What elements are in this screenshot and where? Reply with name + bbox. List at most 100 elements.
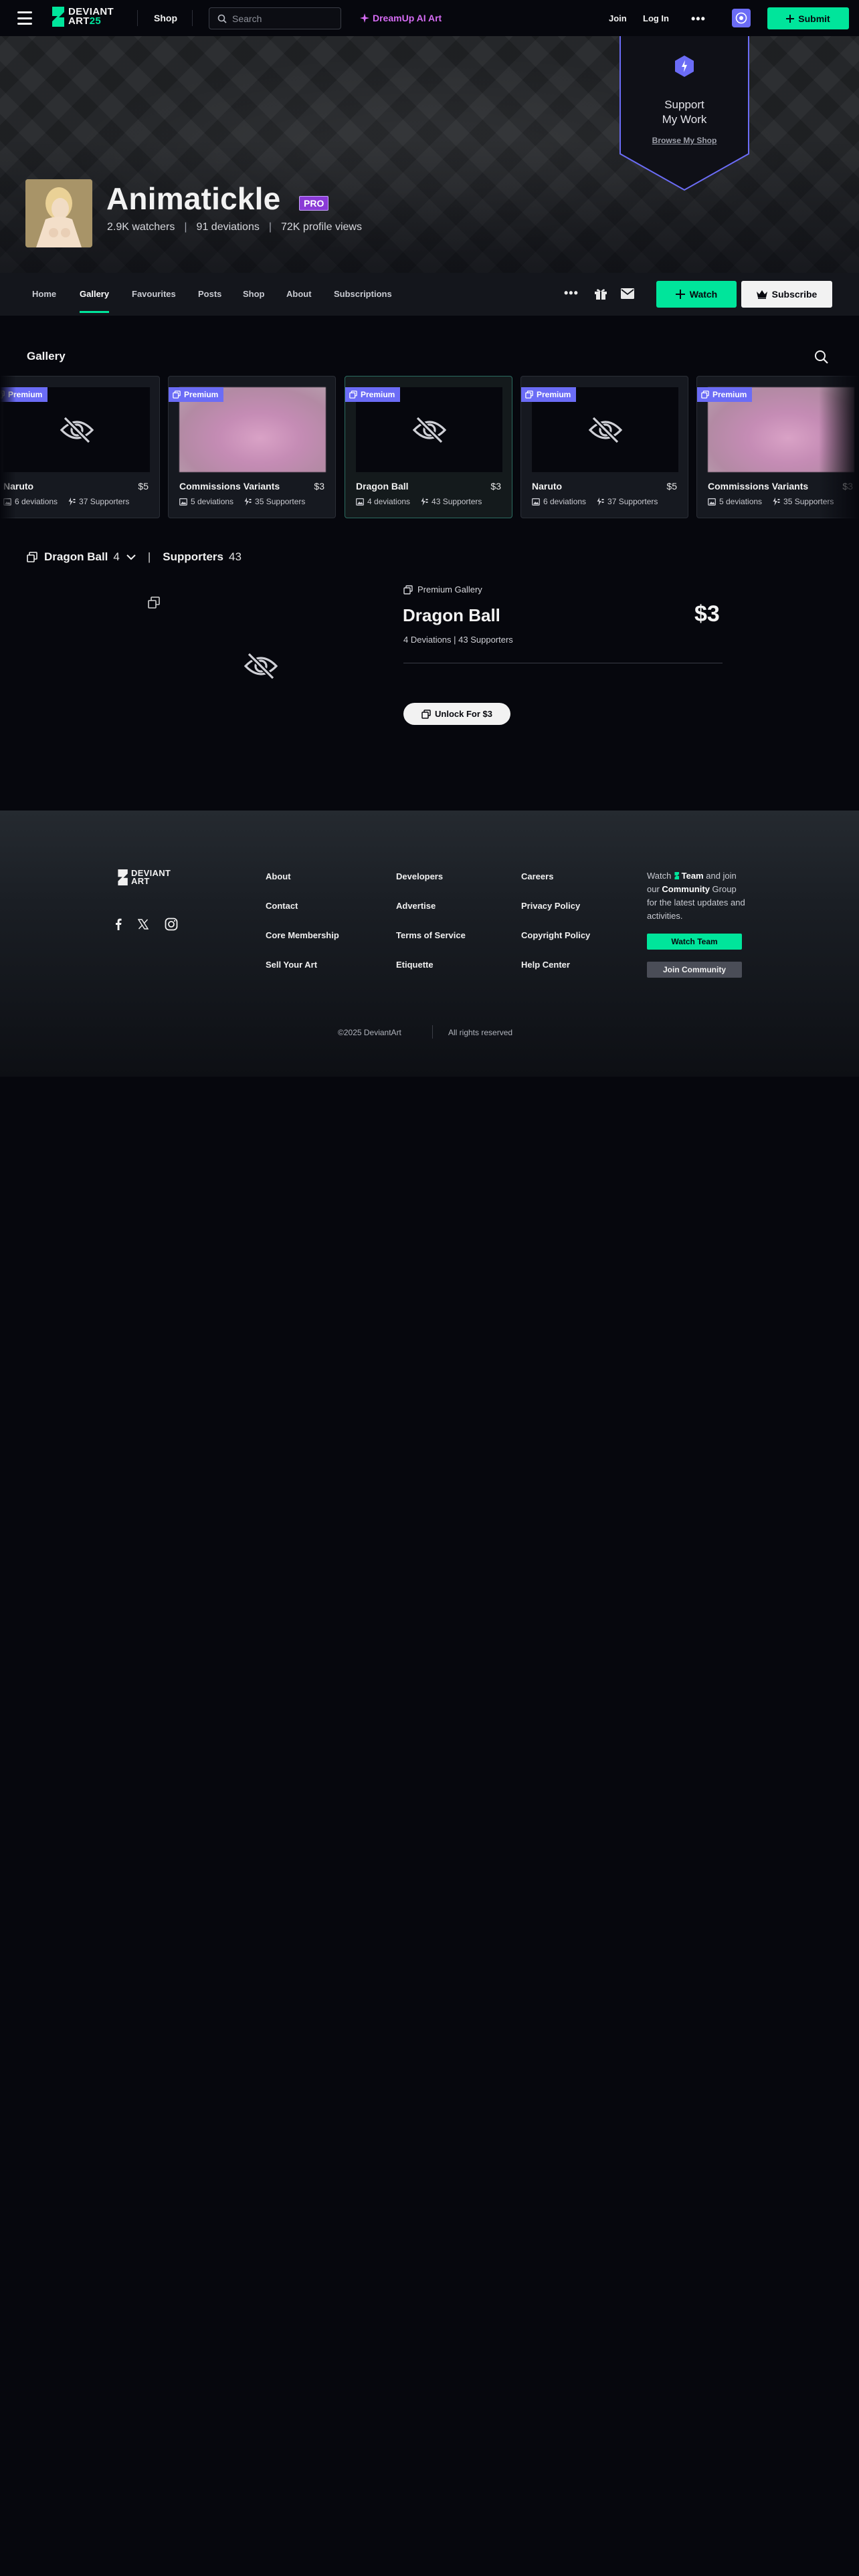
watch-label: Watch: [689, 289, 718, 300]
tab-subscriptions[interactable]: Subscriptions: [334, 289, 392, 299]
footer-link[interactable]: Terms of Service: [396, 931, 466, 940]
gallery-search-icon[interactable]: [814, 350, 829, 364]
supporters-text: 37 Supporters: [79, 497, 130, 506]
gallery-card-price: $5: [666, 481, 677, 492]
footer-logo[interactable]: DEVIANT ART: [116, 869, 171, 885]
support-hexagon-icon: [675, 56, 694, 77]
image-icon: [708, 498, 716, 506]
tab-about[interactable]: About: [286, 289, 312, 299]
menu-icon[interactable]: [17, 11, 32, 25]
site-footer: DEVIANT ART About Contact Core Membership S…: [0, 811, 859, 1077]
image-icon: [356, 498, 364, 506]
footer-link[interactable]: Contact: [266, 901, 339, 911]
avatar[interactable]: [25, 179, 92, 247]
carousel-fade-right: [819, 376, 859, 519]
deviantart-logo[interactable]: DEVIANT ART25: [50, 7, 114, 27]
footer-link[interactable]: Core Membership: [266, 931, 339, 940]
gallery-dropdown[interactable]: Dragon Ball: [44, 550, 108, 564]
footer-column-2: Developers Advertise Terms of Service Etiqu…: [396, 872, 466, 970]
premium-badge: Premium: [345, 387, 401, 402]
premium-gallery-meta: 4 Deviations | 43 Supporters: [403, 635, 513, 645]
premium-gallery-label: Premium Gallery: [403, 584, 482, 595]
carousel-fade-left: [0, 376, 16, 519]
gallery-carousel[interactable]: Premium Commissions Variants $3 5 deviation…: [0, 376, 859, 519]
selected-gallery-header: Dragon Ball 4 | Supporters 43: [27, 550, 242, 564]
instagram-icon[interactable]: [165, 918, 178, 931]
footer-link[interactable]: Help Center: [521, 960, 590, 970]
top-navigation: DEVIANT ART25 Shop DreamUp AI Art Join L…: [0, 0, 859, 36]
copyright-text: ©2025 DeviantArt: [338, 1028, 401, 1037]
footer-link[interactable]: Copyright Policy: [521, 931, 590, 940]
footer-link[interactable]: Careers: [521, 872, 590, 881]
join-community-button[interactable]: Join Community: [647, 962, 742, 978]
dreamup-label: DreamUp AI Art: [373, 13, 442, 23]
premium-gallery-icon: [148, 597, 160, 609]
supporters-icon: [421, 498, 428, 506]
avatar-image: [25, 179, 92, 247]
tab-favourites[interactable]: Favourites: [132, 289, 176, 299]
watchers-count[interactable]: 2.9K watchers: [107, 221, 175, 233]
header-separator: |: [147, 550, 151, 563]
facebook-icon[interactable]: [115, 918, 122, 930]
watch-button[interactable]: Watch: [656, 281, 737, 308]
join-link[interactable]: Join: [609, 13, 627, 23]
tab-home[interactable]: Home: [32, 289, 56, 299]
deviantart-logo-icon: [674, 872, 679, 879]
footer-link[interactable]: Etiquette: [396, 960, 466, 970]
logo-wordmark: DEVIANT ART25: [68, 7, 114, 26]
supporters-icon: [68, 498, 76, 506]
search-box[interactable]: [209, 7, 341, 29]
deviations-count: 91 deviations: [196, 221, 260, 233]
tab-shop[interactable]: Shop: [243, 289, 265, 299]
gallery-card-meta: 5 deviations 35 Supporters: [708, 497, 834, 506]
active-tab-indicator: [80, 311, 109, 313]
footer-link[interactable]: Sell Your Art: [266, 960, 339, 970]
unlock-button[interactable]: Unlock For $3: [403, 703, 510, 725]
core-membership-icon[interactable]: [732, 9, 751, 27]
footer-logo-line2: ART: [131, 876, 150, 886]
support-line2: My Work: [662, 113, 707, 126]
nav-shop-link[interactable]: Shop: [154, 13, 177, 23]
login-link[interactable]: Log In: [643, 13, 669, 23]
submit-button[interactable]: Submit: [767, 7, 849, 29]
mail-icon[interactable]: [621, 288, 634, 299]
gift-icon[interactable]: [594, 288, 607, 300]
deviations-info: 5 deviations: [179, 497, 233, 506]
premium-gallery-icon: [421, 709, 431, 719]
subscribe-label: Subscribe: [771, 289, 818, 300]
premium-gallery-icon: [525, 391, 533, 399]
tab-gallery[interactable]: Gallery: [80, 289, 109, 299]
footer-link[interactable]: Developers: [396, 872, 466, 881]
premium-gallery-icon: [349, 391, 357, 399]
profile-more-button[interactable]: •••: [564, 286, 579, 300]
supporters-text: 43 Supporters: [432, 497, 482, 506]
x-twitter-icon[interactable]: [138, 919, 149, 930]
gallery-card[interactable]: Premium Commissions Variants $3 5 deviation…: [168, 376, 336, 518]
stats-separator: |: [268, 221, 272, 233]
supporters-icon: [597, 498, 604, 506]
gallery-card[interactable]: Premium Naruto $5 6 deviations 37 Supporters: [520, 376, 688, 518]
tab-posts[interactable]: Posts: [198, 289, 221, 299]
deviations-info: 4 deviations: [356, 497, 410, 506]
watch-team-button[interactable]: Watch Team: [647, 934, 742, 950]
footer-link[interactable]: Advertise: [396, 901, 466, 911]
premium-badge: Premium: [169, 387, 224, 402]
chevron-down-icon[interactable]: [126, 554, 136, 560]
gallery-card[interactable]: Premium Naruto $5 6 deviations 37 Supporters: [0, 376, 160, 518]
supporters-label[interactable]: Supporters: [163, 550, 223, 564]
more-menu-button[interactable]: •••: [691, 12, 706, 26]
hidden-eye-icon: [60, 416, 94, 443]
premium-badge: Premium: [521, 387, 577, 402]
footer-link[interactable]: Privacy Policy: [521, 901, 590, 911]
browse-my-shop-link[interactable]: Browse My Shop: [619, 136, 749, 145]
logo-line2: ART: [68, 15, 90, 27]
dreamup-link[interactable]: DreamUp AI Art: [360, 13, 442, 23]
sparkle-icon: [360, 13, 369, 23]
subscribe-button[interactable]: Subscribe: [741, 281, 832, 308]
footer-link[interactable]: About: [266, 872, 339, 881]
premium-gallery-icon: [173, 391, 181, 399]
submit-label: Submit: [798, 13, 830, 24]
gallery-card[interactable]: Premium Dragon Ball $3 4 deviations 43 Suppo…: [345, 376, 512, 518]
profile-username[interactable]: Animatickle: [106, 181, 280, 217]
search-input[interactable]: [232, 13, 332, 24]
